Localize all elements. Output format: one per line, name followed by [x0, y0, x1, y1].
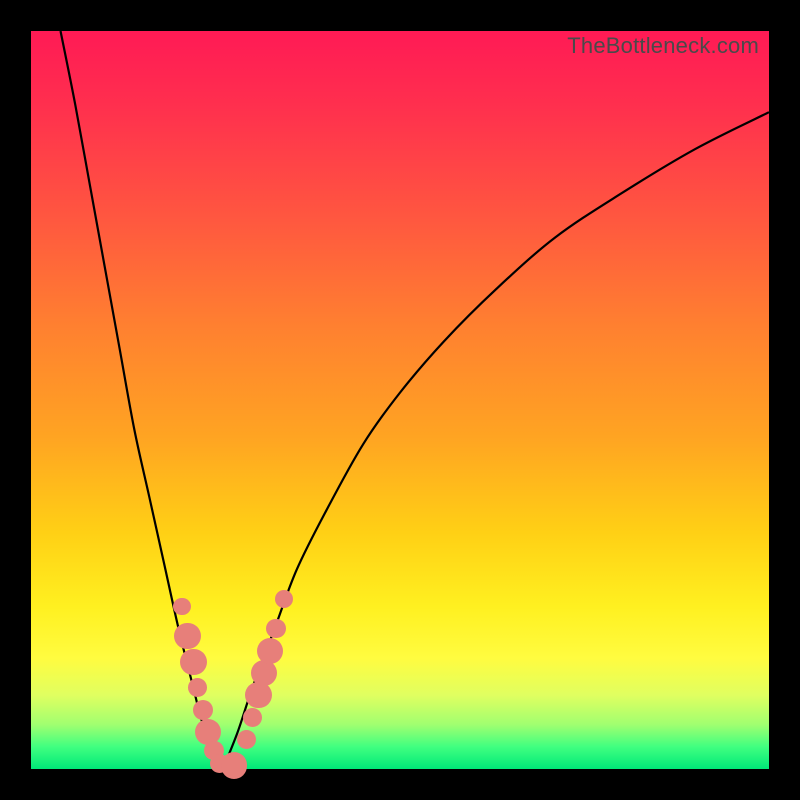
- marker-dot: [188, 678, 207, 697]
- chart-frame: TheBottleneck.com: [0, 0, 800, 800]
- marker-dot: [243, 708, 262, 727]
- marker-dot: [266, 619, 285, 638]
- marker-dot: [245, 682, 272, 709]
- plot-area: TheBottleneck.com: [31, 31, 769, 769]
- marker-dot: [174, 623, 201, 650]
- marker-dot: [173, 598, 191, 616]
- data-markers: [31, 31, 769, 769]
- marker-dot: [180, 649, 207, 676]
- marker-dot: [251, 660, 278, 687]
- marker-dot: [221, 752, 248, 779]
- marker-dot: [257, 638, 284, 665]
- marker-dot: [237, 730, 256, 749]
- marker-dot: [193, 700, 212, 719]
- marker-dot: [275, 590, 293, 608]
